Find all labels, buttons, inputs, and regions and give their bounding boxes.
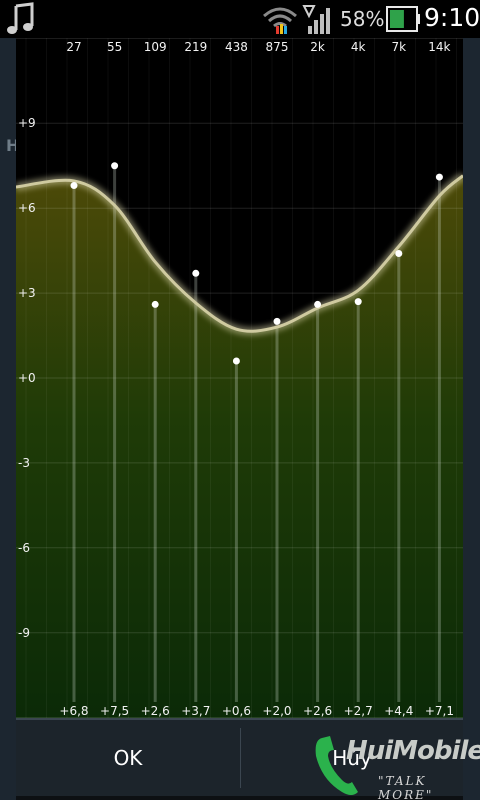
band-gain-label: +6,8 <box>59 704 89 718</box>
band-handle[interactable] <box>354 298 362 306</box>
music-note-icon <box>7 2 34 34</box>
battery-icon <box>386 6 420 32</box>
signal-icon <box>302 5 330 34</box>
band-handle[interactable] <box>314 300 322 308</box>
equalizer-fill <box>16 175 463 718</box>
gain-axis-label: -9 <box>18 625 30 640</box>
band-frequency-label: 14k <box>428 40 451 54</box>
band-gain-label: +2,7 <box>343 704 373 718</box>
band-gain-label: +4,4 <box>384 704 414 718</box>
gain-axis-label: +3 <box>18 286 36 301</box>
equalizer-svg <box>16 38 463 718</box>
band-frequency-label: 2k <box>310 40 325 54</box>
band-gain-label: +3,7 <box>181 704 211 718</box>
watermark-tagline: "TALK MORE" <box>378 774 434 800</box>
status-bar: 58% 9:10 <box>0 0 480 38</box>
band-frequency-label: 4k <box>350 40 366 54</box>
band-frequency-label: 109 <box>143 40 167 54</box>
band-handle[interactable] <box>70 182 78 190</box>
band-frequency-label: 7k <box>391 40 407 54</box>
band-gain-label: +0,6 <box>221 704 251 718</box>
gain-axis-label: -6 <box>18 540 30 555</box>
ok-button[interactable]: OK <box>16 720 240 796</box>
gain-axis-label: +6 <box>18 201 36 216</box>
band-handle[interactable] <box>192 269 200 277</box>
equalizer-graph[interactable]: 27 55 109 219 438 875 2k 4k 7k 14k +6,8 +7,5 +2,6 +3… <box>16 38 463 718</box>
band-handle[interactable] <box>435 173 443 181</box>
band-frequency-label: 438 <box>224 40 248 54</box>
battery-percent: 58% <box>340 7 385 31</box>
band-gain-label: +7,1 <box>424 704 454 718</box>
wifi-icon <box>263 7 297 34</box>
band-gain-label: +7,5 <box>100 704 130 718</box>
band-handle[interactable] <box>273 317 281 325</box>
band-gain-label: +2,0 <box>262 704 292 718</box>
band-handle[interactable] <box>111 162 119 170</box>
band-handle[interactable] <box>395 249 403 257</box>
band-frequency-label: 875 <box>265 40 289 54</box>
gain-axis-label: +9 <box>18 116 36 131</box>
band-gain-label: +2,6 <box>140 704 170 718</box>
band-frequency-label: 27 <box>66 40 82 54</box>
gain-axis-label: -3 <box>18 455 30 470</box>
band-gain-label: +2,6 <box>303 704 333 718</box>
gain-axis-label: +0 <box>18 371 36 385</box>
band-handle[interactable] <box>232 357 240 365</box>
clock: 9:10 <box>424 3 480 32</box>
band-handle[interactable] <box>151 300 159 308</box>
background-panel-right <box>463 38 480 800</box>
band-frequency-label: 219 <box>184 40 208 54</box>
watermark-logo: HuiMobile "TALK MORE" <box>312 730 480 800</box>
watermark-brand: HuiMobile <box>346 736 480 766</box>
band-frequency-label: 55 <box>106 40 123 54</box>
